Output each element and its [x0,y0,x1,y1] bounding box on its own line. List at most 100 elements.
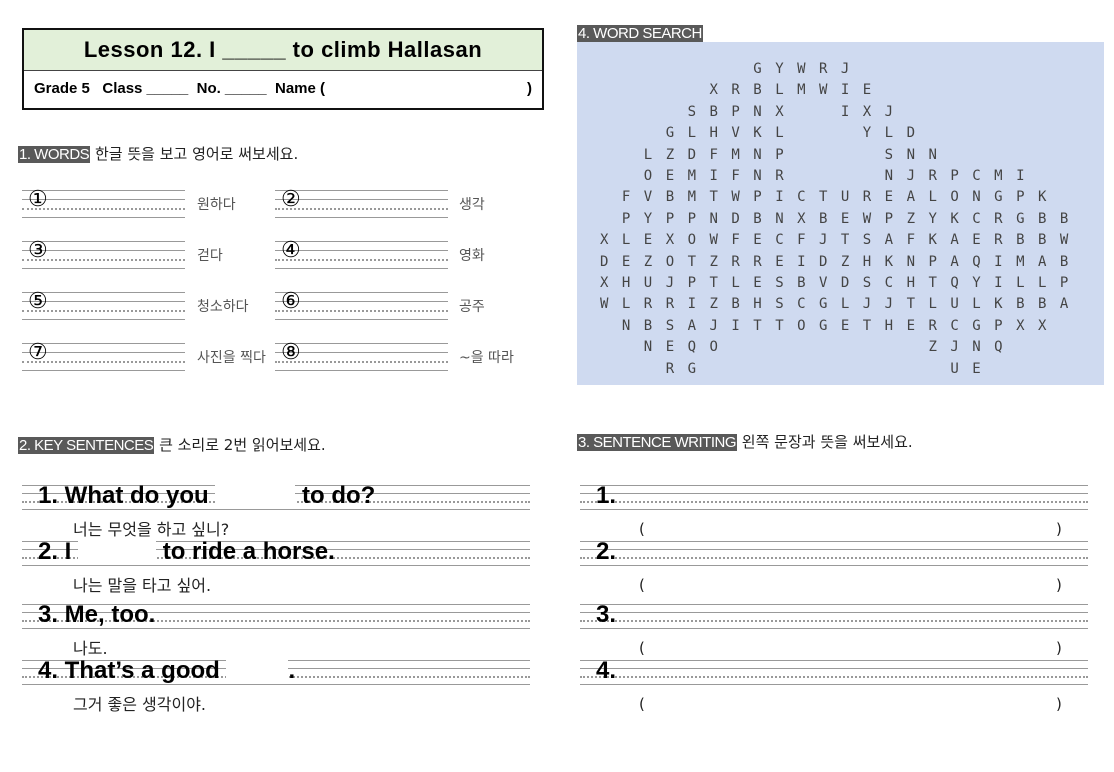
words-instruction: 한글 뜻을 보고 영어로 써보세요. [94,145,299,163]
writing-number: 3. [596,601,617,628]
guide-line [275,268,448,269]
guide-line [275,319,448,320]
word-meaning: 생각 [459,197,485,213]
guide-line [22,319,185,320]
word-search-row[interactable]: WLRRIZBHSCGLJJTLULKBBA [600,294,1082,314]
guide-line [580,604,1088,605]
word-search-row[interactable]: XLEXOWFECFJTSAFKAERBBW [600,230,1082,250]
writing-number: 1. [596,482,617,509]
word-writing-line[interactable]: ④ [275,238,448,269]
word-meaning: 걷다 [197,248,223,264]
guide-line [275,199,448,200]
dotted-guide-line [580,676,1088,678]
word-search-row[interactable]: GLHVKL YLD [600,123,1082,143]
word-search-row[interactable]: PYPPNDBNXBEWPZYKCRGBB [600,209,1082,229]
guide-line [275,190,448,191]
word-search-row[interactable]: XRBLMWIE [600,80,1082,100]
word-writing-line[interactable]: ⑦ [22,340,185,371]
guide-line [22,684,530,685]
word-search-row[interactable]: DEZOTZRREIDZHKNPAQIMAB [600,252,1082,272]
writing-number: 4. [596,657,617,684]
word-search-row[interactable]: SBPNX IXJ [600,102,1082,122]
item-number: ④ [281,238,301,263]
word-writing-line[interactable]: ⑥ [275,289,448,320]
dotted-guide-line [275,361,448,363]
word-search-row[interactable]: RG UE [600,359,1082,379]
word-search-row[interactable]: FVBMTWPICTUREALONGPK [600,187,1082,207]
word-search-row[interactable]: NEQO ZJNQ [600,337,1082,357]
guide-line [580,509,1088,510]
guide-line [22,370,185,371]
dotted-guide-line [275,208,448,210]
writing-line[interactable]: 2. [580,538,1088,566]
word-search-row[interactable]: LZDFMNP SNN [600,145,1082,165]
writing-line[interactable]: 3. [580,601,1088,629]
close-paren: ) [1056,639,1062,657]
open-paren: ( [639,695,645,713]
writing-number: 2. [596,538,617,565]
guide-line [580,493,1088,494]
open-paren: ( [639,576,645,594]
close-paren: ) [1056,695,1062,713]
sentence-start: 1. What do you [38,482,216,509]
words-heading: 1. WORDS 한글 뜻을 보고 영어로 써보세요. [18,143,298,164]
title-box: Lesson 12. I _____ to climb Hallasan Gra… [22,28,544,110]
item-number: ⑧ [281,340,301,365]
sentence-end: to ride a horse. [156,538,335,565]
key-tag: 2. KEY SENTENCES [18,437,155,454]
dotted-guide-line [275,310,448,312]
guide-line [275,370,448,371]
close-paren: ) [1056,520,1062,538]
open-paren: ( [639,639,645,657]
sentence-end: . [288,657,296,684]
guide-line [22,268,185,269]
item-number: ② [281,187,301,212]
word-search-row[interactable]: OEMIFNR NJRPCMI [600,166,1082,186]
guide-line [580,485,1088,486]
page-title: Lesson 12. I _____ to climb Hallasan [24,30,542,71]
word-writing-line[interactable]: ③ [22,238,185,269]
guide-line [275,343,448,344]
sentence-start: 4. That’s a good [38,657,227,684]
word-search-row[interactable]: GYWRJ [600,59,1082,79]
dotted-guide-line [275,259,448,261]
guide-line [275,292,448,293]
guide-line [22,628,530,629]
guide-line [275,301,448,302]
close-paren: ) [1056,576,1062,594]
item-number: ⑦ [28,340,48,365]
writing-line[interactable]: 1. [580,482,1088,510]
dotted-guide-line [580,620,1088,622]
guide-line [275,352,448,353]
word-writing-line[interactable]: ② [275,187,448,218]
sentence-text: 2. I to ride a horse. [38,540,335,564]
hidden-word-blank [226,659,289,683]
word-writing-line[interactable]: ⑧ [275,340,448,371]
word-meaning: 청소하다 [197,299,249,315]
key-sentence: 4. That’s a good . [22,657,530,685]
writing-line[interactable]: 4. [580,657,1088,685]
korean-translation: 나는 말을 타고 싶어. [73,576,212,595]
writing-tag: 3. SENTENCE WRITING [577,434,738,451]
hidden-word-blank [78,540,157,564]
guide-line [22,565,530,566]
guide-line [580,612,1088,613]
hidden-word-blank [215,484,296,508]
korean-translation: 나도. [73,639,108,658]
key-sentence: 3. Me, too. [22,603,530,629]
guide-line [580,668,1088,669]
word-writing-line[interactable]: ⑤ [22,289,185,320]
word-writing-line[interactable]: ① [22,187,185,218]
word-search-row[interactable]: NBSAJITTOGETHERCGPXX [600,316,1082,336]
open-paren: ( [639,520,645,538]
word-meaning: 원하다 [197,197,236,213]
word-meaning: ~을 따라 [459,350,514,366]
word-search-row[interactable]: XHUJPTLESBVDSCHTQYILLP [600,273,1082,293]
sentence-text: 3. Me, too. [38,603,155,627]
guide-line [580,549,1088,550]
key-sentence: 2. I to ride a horse. [22,540,530,566]
guide-line [275,217,448,218]
item-number: ⑥ [281,289,301,314]
key-heading: 2. KEY SENTENCES 큰 소리로 2번 읽어보세요. [18,434,326,455]
writing-instruction: 왼쪽 문장과 뜻을 써보세요. [741,433,913,451]
